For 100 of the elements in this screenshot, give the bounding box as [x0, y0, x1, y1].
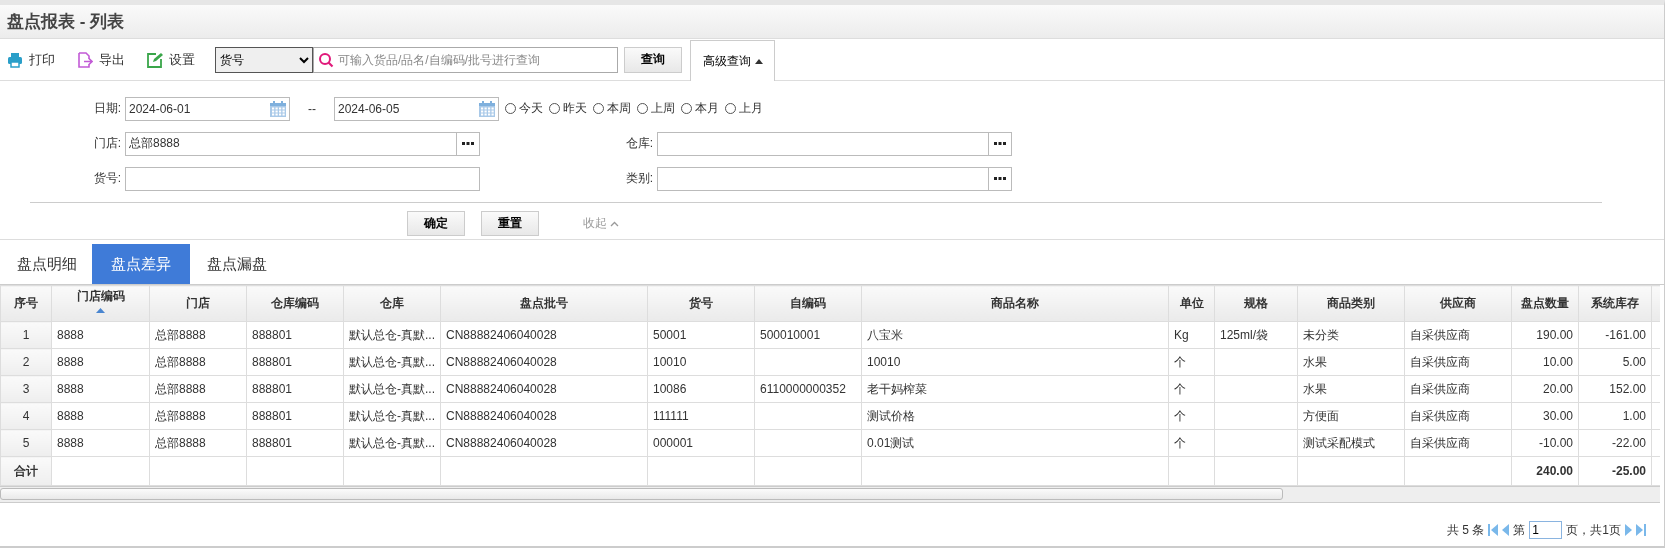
column-header[interactable]: 盘点数量	[1511, 285, 1579, 322]
table-cell: 111111	[647, 402, 755, 430]
column-header[interactable]: 供应商	[1404, 285, 1512, 322]
table-cell: 方便面	[1297, 402, 1405, 430]
search-icon	[318, 51, 334, 68]
confirm-button[interactable]: 确定	[407, 211, 465, 236]
last-page-icon[interactable]	[1636, 524, 1646, 536]
advanced-query-button[interactable]: 高级查询	[690, 40, 775, 81]
table-cell: 个	[1168, 348, 1215, 376]
column-header[interactable]: 仓库	[343, 285, 441, 322]
table-cell: CN88882406040028	[440, 402, 648, 430]
column-header[interactable]: 自编码	[754, 285, 862, 322]
toolbar-button[interactable]: 打印	[7, 50, 55, 69]
first-page-icon[interactable]	[1488, 524, 1499, 536]
row-number: 3	[0, 375, 52, 403]
table-cell: 测试价格	[861, 402, 1169, 430]
table-cell: 6110000000352	[754, 375, 862, 403]
column-header[interactable]: 盘点批号	[440, 285, 648, 322]
caret-icon	[754, 58, 763, 64]
category-label: 类别:	[624, 170, 654, 187]
warehouse-label: 仓库:	[624, 135, 654, 152]
edit-icon	[147, 51, 163, 68]
date-from-field[interactable]: 2024-06-01	[125, 96, 290, 121]
column-header[interactable]: 门店编码	[51, 285, 150, 322]
table-cell: 8888	[51, 375, 150, 403]
table-cell: 个	[1168, 375, 1215, 403]
warehouse-field[interactable]	[657, 131, 1012, 156]
chevron-up-icon	[610, 220, 619, 227]
column-header[interactable]: 规格	[1214, 285, 1298, 322]
table-cell: 自采供应商	[1404, 348, 1512, 376]
column-header[interactable]: 商品名称	[861, 285, 1169, 322]
page-field[interactable]: 1	[1529, 521, 1563, 539]
export-icon	[77, 51, 93, 68]
page-prefix: 第	[1513, 521, 1526, 539]
table-cell: 总部8888	[149, 402, 247, 430]
table-cell: Kg	[1168, 321, 1215, 349]
previous-page-icon[interactable]	[1502, 524, 1510, 536]
column-header[interactable]: 仓库编码	[246, 285, 344, 322]
date-separator: --	[307, 101, 317, 116]
reset-button[interactable]: 重置	[481, 211, 539, 236]
table-cell: 老干妈榨菜	[861, 375, 1169, 403]
table-cell: 总部8888	[149, 375, 247, 403]
total-label: 合计	[0, 456, 52, 486]
table-cell: 默认总仓-真默...	[343, 348, 441, 376]
column-header[interactable]: 商品类别	[1297, 285, 1405, 322]
item-number-label: 货号:	[92, 170, 122, 187]
table-cell: 水果	[1297, 348, 1405, 376]
more-icon	[994, 142, 1006, 145]
horizontal-scrollbar[interactable]	[0, 488, 1283, 500]
field-select[interactable]: 货号	[215, 46, 313, 73]
table-cell: 30.00	[1511, 402, 1579, 430]
table-cell: 888801	[246, 402, 344, 430]
table-cell: 888801	[246, 321, 344, 349]
table-cell: 500010001	[754, 321, 862, 349]
table-cell: CN88882406040028	[440, 375, 648, 403]
calendar-icon[interactable]	[478, 99, 496, 118]
tab[interactable]: 盘点差异	[92, 244, 190, 284]
toolbar-button[interactable]: 导出	[77, 50, 125, 69]
column-header[interactable]: 门店	[149, 285, 247, 322]
store-field[interactable]: 总部8888	[125, 131, 480, 156]
table-cell: 总部8888	[149, 348, 247, 376]
date-to-field[interactable]: 2024-06-05	[334, 96, 499, 121]
column-header[interactable]: 单位	[1168, 285, 1215, 322]
table-cell: 8888	[51, 348, 150, 376]
range-radio[interactable]: 本月	[681, 100, 719, 117]
range-radio[interactable]: 昨天	[549, 100, 587, 117]
sort-ascending-icon	[96, 308, 105, 313]
item-number-field[interactable]	[125, 166, 480, 191]
table-cell: 10010	[861, 348, 1169, 376]
row-number: 1	[0, 321, 52, 349]
category-field[interactable]	[657, 166, 1012, 191]
table-cell: 888801	[246, 429, 344, 457]
range-radio[interactable]: 今天	[505, 100, 543, 117]
table-cell: 自采供应商	[1404, 429, 1512, 457]
table-cell: -161.00	[1578, 321, 1652, 349]
table-cell: 152.00	[1578, 375, 1652, 403]
column-header[interactable]: 序号	[0, 285, 52, 322]
table-cell: -10.00	[1511, 429, 1579, 457]
window-title: 盘点报表 - 列表	[7, 11, 125, 33]
table-cell: 总部8888	[149, 429, 247, 457]
date-label: 日期:	[92, 100, 122, 117]
next-page-icon[interactable]	[1625, 524, 1632, 536]
range-radio[interactable]: 上月	[725, 100, 763, 117]
range-radio[interactable]: 上周	[637, 100, 675, 117]
table-cell: 888801	[246, 348, 344, 376]
total-cell: -25.00	[1578, 456, 1652, 486]
column-header[interactable]: 系统库存	[1578, 285, 1652, 322]
range-radio[interactable]: 本周	[593, 100, 631, 117]
column-header[interactable]: 货号	[647, 285, 755, 322]
table-cell: CN88882406040028	[440, 429, 648, 457]
table-cell: 50001	[647, 321, 755, 349]
query-button[interactable]: 查询	[624, 46, 682, 73]
more-icon	[462, 142, 474, 145]
search-field[interactable]: 可输入货品/品名/自编码/批号进行查询	[313, 46, 618, 73]
table-cell: CN88882406040028	[440, 348, 648, 376]
table-cell: 8888	[51, 402, 150, 430]
table-cell: 10086	[647, 375, 755, 403]
table-cell: 5.00	[1578, 348, 1652, 376]
calendar-icon[interactable]	[269, 99, 287, 118]
toolbar-button[interactable]: 设置	[147, 50, 195, 69]
